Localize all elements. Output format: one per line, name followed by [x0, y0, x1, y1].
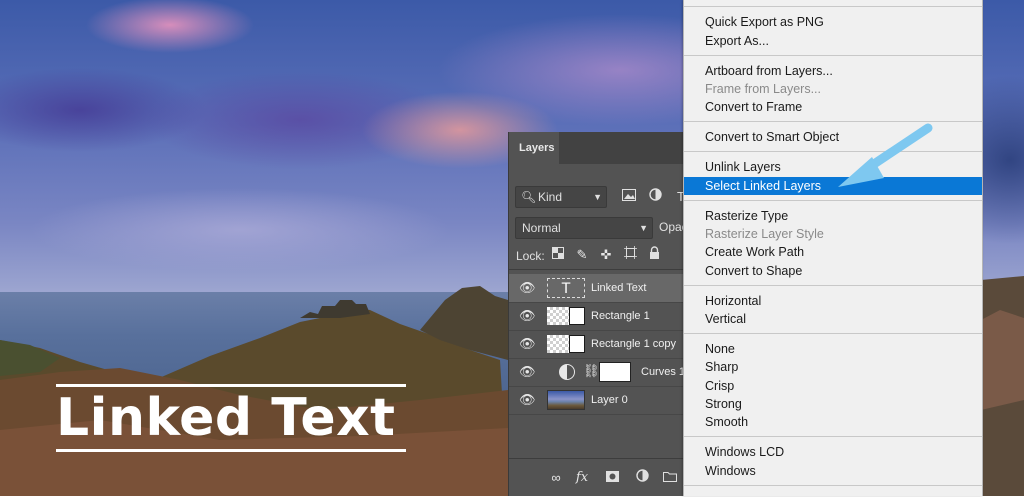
- folder-icon[interactable]: [661, 469, 679, 487]
- menu-item-convert-to-shape[interactable]: Convert to Shape: [684, 262, 982, 280]
- layer-mask-thumbnail: [599, 362, 631, 382]
- layer-name[interactable]: Rectangle 1 copy: [591, 330, 676, 358]
- layer-row-rectangle-1[interactable]: 👁︎ Rectangle 1: [509, 302, 687, 331]
- menu-separator: [684, 333, 982, 334]
- layer-name[interactable]: Linked Text: [591, 274, 646, 302]
- panel-bottom-toolbar: ∞ fx: [509, 458, 687, 497]
- adjustment-filter-icon[interactable]: [645, 187, 665, 207]
- menu-item-windows[interactable]: Windows: [684, 462, 982, 480]
- menu-separator: [684, 485, 982, 486]
- menu-item-antialias-crisp[interactable]: Crisp: [684, 377, 982, 395]
- menu-separator: [684, 6, 982, 7]
- layer-row-linked-text[interactable]: 👁︎ T Linked Text: [509, 274, 687, 303]
- transparency-thumbnail: [547, 307, 569, 325]
- eye-icon[interactable]: 👁︎: [519, 364, 536, 380]
- filter-kind-dropdown[interactable]: 🔍︎ Kind ▼: [515, 186, 607, 208]
- lock-artboard-icon[interactable]: [621, 246, 639, 264]
- panel-divider: [509, 269, 687, 270]
- layer-row-layer-0[interactable]: 👁︎ Layer 0: [509, 386, 687, 415]
- vector-mask-thumbnail: [569, 335, 585, 353]
- filter-kind-label: Kind: [538, 190, 563, 204]
- lock-label: Lock:: [516, 249, 545, 263]
- menu-separator: [684, 55, 982, 56]
- menu-item-horizontal[interactable]: Horizontal: [684, 292, 982, 310]
- menu-item-quick-export-png[interactable]: Quick Export as PNG: [684, 13, 982, 31]
- menu-item-convert-to-frame[interactable]: Convert to Frame: [684, 98, 982, 116]
- overlay-title: Linked Text: [56, 388, 396, 448]
- adjustment-layer-icon: [559, 364, 575, 380]
- chevron-down-icon: ▼: [639, 223, 648, 233]
- context-menu: Quick Export as PNG Export As... Artboar…: [683, 0, 983, 496]
- menu-item-antialias-strong[interactable]: Strong: [684, 395, 982, 413]
- blend-mode-dropdown[interactable]: Normal ▼: [515, 217, 653, 239]
- link-icon[interactable]: ⛓︎: [583, 363, 600, 379]
- eye-icon[interactable]: 👁︎: [519, 392, 536, 408]
- menu-item-unlink-layers[interactable]: Unlink Layers: [684, 158, 982, 176]
- menu-item-rasterize-type[interactable]: Rasterize Type: [684, 207, 982, 225]
- eye-icon[interactable]: 👁︎: [519, 336, 536, 352]
- adjustment-icon[interactable]: [633, 469, 651, 487]
- layer-row-curves-1[interactable]: 👁︎ ⛓︎ Curves 1: [509, 358, 687, 387]
- text-layer-thumbnail: T: [547, 278, 585, 298]
- lock-brush-icon[interactable]: ✎: [573, 246, 591, 264]
- menu-item-frame-from-layers: Frame from Layers...: [705, 82, 821, 96]
- top-rule: [56, 384, 406, 387]
- tab-layers[interactable]: Layers: [509, 132, 559, 164]
- menu-separator: [684, 285, 982, 286]
- menu-item-create-work-path[interactable]: Create Work Path: [684, 243, 982, 261]
- menu-item-vertical[interactable]: Vertical: [684, 310, 982, 328]
- blend-mode-value: Normal: [522, 221, 561, 235]
- layer-row-rectangle-1-copy[interactable]: 👁︎ Rectangle 1 copy: [509, 330, 687, 359]
- transparency-thumbnail: [547, 335, 569, 353]
- shape-layer-thumbnail: [547, 306, 585, 326]
- menu-item-windows-lcd[interactable]: Windows LCD: [684, 443, 982, 461]
- pixel-filter-icon[interactable]: [619, 187, 639, 207]
- eye-icon[interactable]: 👁︎: [519, 280, 536, 296]
- layer-name[interactable]: Rectangle 1: [591, 302, 650, 330]
- layer-name[interactable]: Curves 1: [641, 358, 685, 386]
- menu-item-antialias-none[interactable]: None: [684, 340, 982, 358]
- menu-item-artboard-from-layers[interactable]: Artboard from Layers...: [684, 62, 982, 80]
- bottom-rule: [56, 449, 406, 452]
- menu-item-select-linked-layers[interactable]: Select Linked Layers: [684, 177, 982, 195]
- menu-separator: [684, 200, 982, 201]
- search-icon: 🔍︎: [521, 190, 537, 204]
- linked-text-overlay: Linked Text: [56, 384, 406, 452]
- panel-tab-bar: Layers: [509, 132, 687, 164]
- lock-transparent-icon[interactable]: [549, 246, 567, 264]
- vector-mask-thumbnail: [569, 307, 585, 325]
- menu-separator: [684, 436, 982, 437]
- menu-item-antialias-smooth[interactable]: Smooth: [684, 413, 982, 431]
- fx-icon[interactable]: fx: [573, 469, 591, 487]
- menu-separator: [684, 151, 982, 152]
- menu-item-antialias-sharp[interactable]: Sharp: [684, 358, 982, 376]
- layers-panel: Layers 🔍︎ Kind ▼ T Normal ▼ Opac Lock: ✎…: [508, 132, 688, 497]
- chevron-down-icon: ▼: [593, 192, 602, 202]
- layer-name[interactable]: Layer 0: [591, 386, 628, 414]
- mask-icon[interactable]: [603, 469, 621, 487]
- menu-item-convert-to-smart-object[interactable]: Convert to Smart Object: [684, 128, 982, 146]
- link-icon[interactable]: ∞: [547, 469, 565, 487]
- lock-move-icon[interactable]: ✜: [597, 246, 615, 264]
- eye-icon[interactable]: 👁︎: [519, 308, 536, 324]
- lock-all-icon[interactable]: [645, 246, 663, 264]
- shape-layer-thumbnail: [547, 334, 585, 354]
- menu-item-export-as[interactable]: Export As...: [684, 32, 982, 50]
- menu-separator: [684, 121, 982, 122]
- menu-item-rasterize-layer-style: Rasterize Layer Style: [705, 227, 824, 241]
- photo-layer-thumbnail: [547, 390, 585, 410]
